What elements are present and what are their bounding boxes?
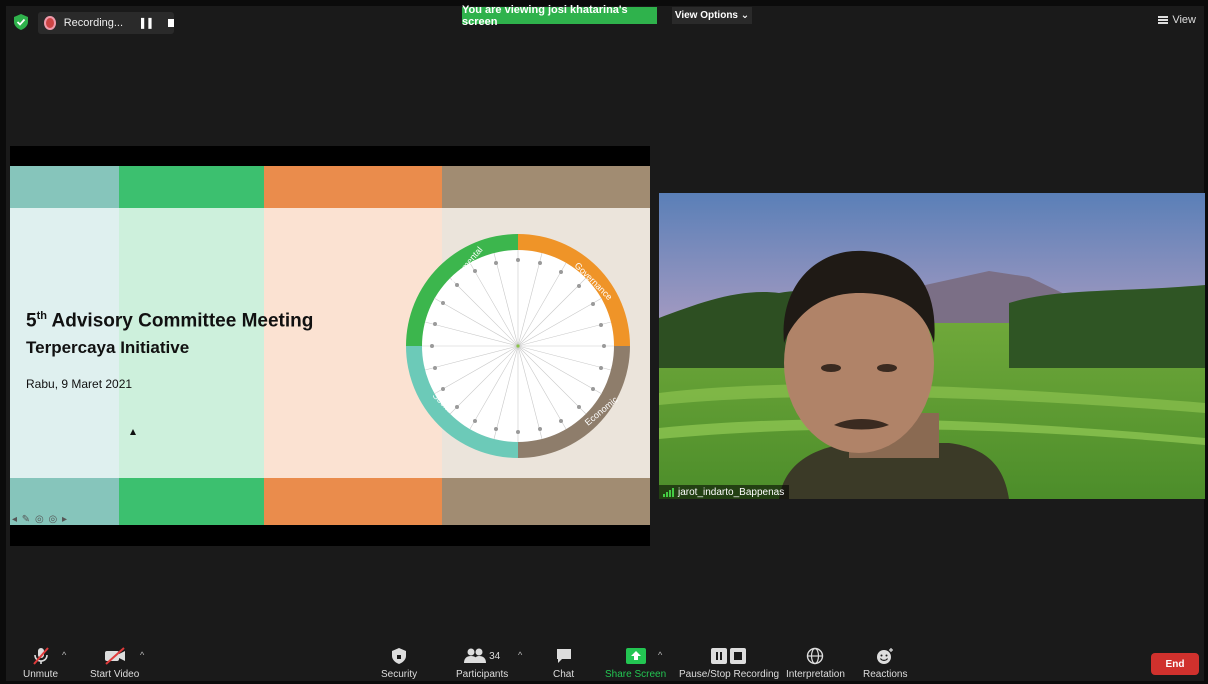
reactions-label: Reactions (863, 669, 908, 680)
video-options-caret-icon[interactable]: ^ (140, 650, 144, 660)
start-video-label: Start Video (90, 669, 140, 680)
band-green-top (119, 166, 264, 208)
viewing-screen-banner: You are viewing josi khatarina's screen (462, 4, 657, 28)
band-brown-top (442, 166, 650, 208)
reactions-button[interactable]: Reactions (863, 646, 907, 680)
participants-button[interactable]: 34 Participants (456, 646, 508, 680)
end-meeting-button[interactable]: End (1151, 653, 1199, 675)
pause-stop-icon (710, 646, 748, 666)
chat-bubble-icon (555, 646, 573, 666)
slide-date: Rabu, 9 Maret 2021 (26, 377, 133, 391)
chat-button[interactable]: Chat (553, 646, 574, 680)
presentation-slide: 5th Advisory Committee Meeting Terpercay… (10, 166, 650, 525)
pause-stop-recording-button[interactable]: Pause/Stop Recording (679, 646, 779, 680)
participants-icon: 34 (464, 646, 500, 666)
participant-video[interactable] (659, 193, 1205, 499)
signal-strength-icon (663, 487, 674, 497)
participants-options-caret-icon[interactable]: ^ (518, 650, 522, 660)
unmute-label: Unmute (23, 669, 59, 680)
share-screen-label: Share Screen (605, 669, 667, 680)
band-brown-bottom (442, 478, 650, 525)
view-button[interactable]: View (1158, 14, 1196, 26)
participants-label: Participants (456, 669, 509, 680)
view-grid-icon (1158, 16, 1169, 24)
chat-label: Chat (553, 669, 575, 680)
muted-microphone-icon (31, 646, 51, 666)
recording-label: Recording... (63, 17, 124, 29)
view-button-label: View (1172, 14, 1196, 26)
share-screen-icon (625, 646, 646, 666)
interpretation-label: Interpretation (786, 669, 845, 680)
stop-recording-icon[interactable] (167, 19, 174, 27)
security-label: Security (381, 669, 418, 680)
pause-stop-recording-label: Pause/Stop Recording (679, 669, 780, 680)
shared-screen: 5th Advisory Committee Meeting Terpercay… (10, 146, 650, 546)
band-orange-bottom (264, 478, 442, 525)
participant-name-tag: jarot_indarto_Bappenas (659, 485, 790, 499)
security-shield-icon (391, 646, 407, 666)
band-green-bottom (119, 478, 264, 525)
interpretation-button[interactable]: Interpretation (786, 646, 845, 680)
video-off-icon (103, 646, 127, 666)
start-video-button[interactable]: Start Video (90, 646, 139, 680)
security-button[interactable]: Security (381, 646, 417, 680)
window-left-edge (0, 0, 6, 684)
sustainability-wheel: Environmental Governance Economic Social (406, 234, 630, 458)
recording-dot-icon (44, 16, 56, 30)
shield-check-icon[interactable] (14, 14, 28, 30)
audio-options-caret-icon[interactable]: ^ (62, 650, 66, 660)
slide-title: 5th Advisory Committee Meeting (26, 310, 314, 332)
slide-navigation-controls[interactable]: ◂ ✎ ◎ ◎ ▸ (12, 514, 68, 525)
slide-subtitle: Terpercaya Initiative (26, 338, 190, 357)
unmute-button[interactable]: Unmute (23, 646, 58, 680)
view-options-button[interactable]: View Options ⌄ (672, 7, 752, 24)
share-options-caret-icon[interactable]: ^ (658, 650, 662, 660)
smiley-icon (875, 646, 895, 666)
globe-icon (806, 646, 824, 666)
band-orange-top (264, 166, 442, 208)
participant-count: 34 (489, 650, 501, 662)
pause-recording-icon[interactable]: ▌▌ (141, 18, 156, 28)
recording-indicator: Recording... ▌▌ (38, 12, 174, 34)
mouse-cursor-icon (130, 429, 136, 435)
band-teal-top (10, 166, 119, 208)
participant-name: jarot_indarto_Bappenas (678, 486, 785, 498)
share-screen-button[interactable]: Share Screen (605, 646, 666, 680)
